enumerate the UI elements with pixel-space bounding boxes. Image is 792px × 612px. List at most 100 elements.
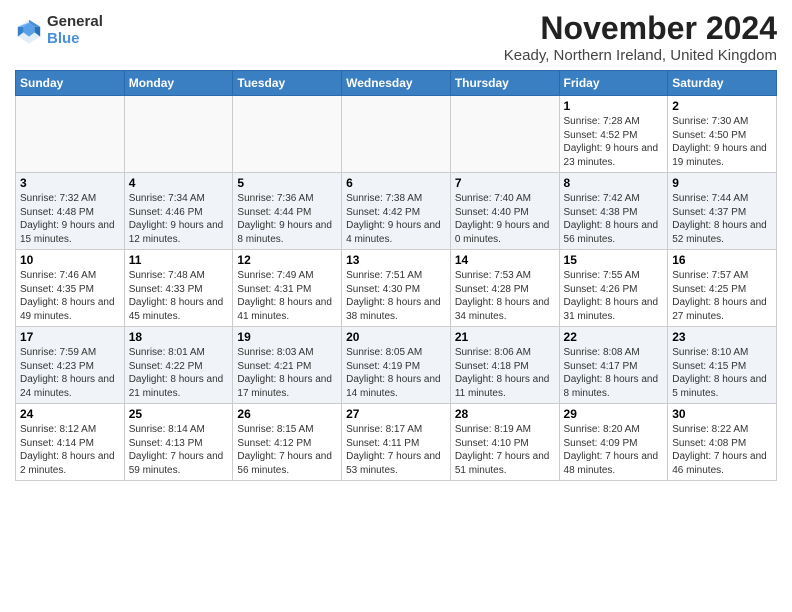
day-number: 22 — [564, 330, 664, 344]
day-info: Sunrise: 7:32 AMSunset: 4:48 PMDaylight:… — [20, 192, 120, 246]
day-number: 9 — [672, 176, 772, 190]
day-info: Sunrise: 8:12 AMSunset: 4:14 PMDaylight:… — [20, 423, 120, 477]
cell-w2-d6: 16 Sunrise: 7:57 AMSunset: 4:25 PMDayligh… — [668, 250, 777, 327]
cell-w3-d0: 17 Sunrise: 7:59 AMSunset: 4:23 PMDayligh… — [16, 327, 125, 404]
day-info: Sunrise: 7:59 AMSunset: 4:23 PMDaylight:… — [20, 346, 120, 400]
day-number: 28 — [455, 407, 555, 421]
cell-w2-d0: 10 Sunrise: 7:46 AMSunset: 4:35 PMDayligh… — [16, 250, 125, 327]
day-info: Sunrise: 7:42 AMSunset: 4:38 PMDaylight:… — [564, 192, 664, 246]
cell-w0-d3 — [342, 96, 451, 173]
cell-w3-d4: 21 Sunrise: 8:06 AMSunset: 4:18 PMDayligh… — [450, 327, 559, 404]
day-number: 18 — [129, 330, 229, 344]
day-info: Sunrise: 8:14 AMSunset: 4:13 PMDaylight:… — [129, 423, 229, 477]
day-info: Sunrise: 8:06 AMSunset: 4:18 PMDaylight:… — [455, 346, 555, 400]
cell-w0-d2 — [233, 96, 342, 173]
cell-w4-d5: 29Sunrise: 8:20 AMSunset: 4:09 PMDayligh… — [559, 404, 668, 481]
logo: General Blue — [15, 14, 103, 47]
day-number: 15 — [564, 253, 664, 267]
week-row-1: 3 Sunrise: 7:32 AMSunset: 4:48 PMDaylight… — [16, 173, 777, 250]
day-info: Sunrise: 7:55 AMSunset: 4:26 PMDaylight:… — [564, 269, 664, 323]
title-block: November 2024 Keady, Northern Ireland, U… — [504, 10, 777, 64]
day-number: 20 — [346, 330, 446, 344]
day-info: Sunrise: 7:34 AMSunset: 4:46 PMDaylight:… — [129, 192, 229, 246]
day-info: Sunrise: 7:44 AMSunset: 4:37 PMDaylight:… — [672, 192, 772, 246]
day-info: Sunrise: 8:20 AMSunset: 4:09 PMDaylight:… — [564, 423, 664, 477]
day-info: Sunrise: 7:36 AMSunset: 4:44 PMDaylight:… — [237, 192, 337, 246]
col-tuesday: Tuesday — [233, 71, 342, 96]
cell-w0-d1 — [124, 96, 233, 173]
cell-w1-d2: 5Sunrise: 7:36 AMSunset: 4:44 PMDaylight… — [233, 173, 342, 250]
day-number: 24 — [20, 407, 120, 421]
day-number: 11 — [129, 253, 229, 267]
page: General Blue November 2024 Keady, Northe… — [0, 0, 792, 612]
subtitle: Keady, Northern Ireland, United Kingdom — [504, 47, 777, 64]
day-number: 4 — [129, 176, 229, 190]
day-info: Sunrise: 7:40 AMSunset: 4:40 PMDaylight:… — [455, 192, 555, 246]
day-info: Sunrise: 8:22 AMSunset: 4:08 PMDaylight:… — [672, 423, 772, 477]
cell-w0-d6: 2 Sunrise: 7:30 AMSunset: 4:50 PMDaylight… — [668, 96, 777, 173]
cell-w4-d2: 26 Sunrise: 8:15 AMSunset: 4:12 PMDayligh… — [233, 404, 342, 481]
week-row-3: 17 Sunrise: 7:59 AMSunset: 4:23 PMDayligh… — [16, 327, 777, 404]
cell-w2-d3: 13Sunrise: 7:51 AMSunset: 4:30 PMDayligh… — [342, 250, 451, 327]
day-info: Sunrise: 8:08 AMSunset: 4:17 PMDaylight:… — [564, 346, 664, 400]
col-monday: Monday — [124, 71, 233, 96]
week-row-0: 1 Sunrise: 7:28 AMSunset: 4:52 PMDaylight… — [16, 96, 777, 173]
week-row-4: 24 Sunrise: 8:12 AMSunset: 4:14 PMDayligh… — [16, 404, 777, 481]
day-info: Sunrise: 8:03 AMSunset: 4:21 PMDaylight:… — [237, 346, 337, 400]
week-row-2: 10 Sunrise: 7:46 AMSunset: 4:35 PMDayligh… — [16, 250, 777, 327]
day-info: Sunrise: 8:15 AMSunset: 4:12 PMDaylight:… — [237, 423, 337, 477]
day-number: 26 — [237, 407, 337, 421]
cell-w1-d3: 6Sunrise: 7:38 AMSunset: 4:42 PMDaylight… — [342, 173, 451, 250]
logo-general-text: General — [47, 14, 103, 31]
logo-icon — [15, 17, 43, 45]
day-info: Sunrise: 7:49 AMSunset: 4:31 PMDaylight:… — [237, 269, 337, 323]
cell-w1-d0: 3 Sunrise: 7:32 AMSunset: 4:48 PMDaylight… — [16, 173, 125, 250]
col-thursday: Thursday — [450, 71, 559, 96]
cell-w4-d1: 25 Sunrise: 8:14 AMSunset: 4:13 PMDayligh… — [124, 404, 233, 481]
cell-w1-d4: 7 Sunrise: 7:40 AMSunset: 4:40 PMDaylight… — [450, 173, 559, 250]
day-number: 27 — [346, 407, 446, 421]
col-sunday: Sunday — [16, 71, 125, 96]
cell-w3-d2: 19Sunrise: 8:03 AMSunset: 4:21 PMDayligh… — [233, 327, 342, 404]
day-number: 13 — [346, 253, 446, 267]
cell-w1-d5: 8 Sunrise: 7:42 AMSunset: 4:38 PMDaylight… — [559, 173, 668, 250]
day-number: 8 — [564, 176, 664, 190]
calendar: Sunday Monday Tuesday Wednesday Thursday… — [15, 70, 777, 481]
header: General Blue November 2024 Keady, Northe… — [15, 10, 777, 64]
day-number: 21 — [455, 330, 555, 344]
cell-w0-d4 — [450, 96, 559, 173]
day-number: 30 — [672, 407, 772, 421]
cell-w0-d5: 1 Sunrise: 7:28 AMSunset: 4:52 PMDaylight… — [559, 96, 668, 173]
day-number: 14 — [455, 253, 555, 267]
day-number: 16 — [672, 253, 772, 267]
day-number: 2 — [672, 99, 772, 113]
cell-w0-d0 — [16, 96, 125, 173]
cell-w4-d3: 27Sunrise: 8:17 AMSunset: 4:11 PMDayligh… — [342, 404, 451, 481]
day-info: Sunrise: 7:48 AMSunset: 4:33 PMDaylight:… — [129, 269, 229, 323]
day-number: 17 — [20, 330, 120, 344]
day-number: 6 — [346, 176, 446, 190]
day-info: Sunrise: 7:30 AMSunset: 4:50 PMDaylight:… — [672, 115, 772, 169]
day-number: 7 — [455, 176, 555, 190]
cell-w1-d1: 4 Sunrise: 7:34 AMSunset: 4:46 PMDaylight… — [124, 173, 233, 250]
day-info: Sunrise: 8:10 AMSunset: 4:15 PMDaylight:… — [672, 346, 772, 400]
day-info: Sunrise: 7:28 AMSunset: 4:52 PMDaylight:… — [564, 115, 664, 169]
day-info: Sunrise: 7:53 AMSunset: 4:28 PMDaylight:… — [455, 269, 555, 323]
day-number: 10 — [20, 253, 120, 267]
cell-w4-d0: 24 Sunrise: 8:12 AMSunset: 4:14 PMDayligh… — [16, 404, 125, 481]
day-info: Sunrise: 7:57 AMSunset: 4:25 PMDaylight:… — [672, 269, 772, 323]
header-row: Sunday Monday Tuesday Wednesday Thursday… — [16, 71, 777, 96]
cell-w2-d2: 12 Sunrise: 7:49 AMSunset: 4:31 PMDayligh… — [233, 250, 342, 327]
col-saturday: Saturday — [668, 71, 777, 96]
main-title: November 2024 — [504, 10, 777, 47]
day-number: 12 — [237, 253, 337, 267]
logo-text: General Blue — [47, 14, 103, 47]
day-number: 25 — [129, 407, 229, 421]
logo-blue-text: Blue — [47, 31, 103, 48]
day-number: 3 — [20, 176, 120, 190]
day-info: Sunrise: 7:46 AMSunset: 4:35 PMDaylight:… — [20, 269, 120, 323]
day-number: 1 — [564, 99, 664, 113]
day-info: Sunrise: 8:01 AMSunset: 4:22 PMDaylight:… — [129, 346, 229, 400]
col-wednesday: Wednesday — [342, 71, 451, 96]
cell-w2-d1: 11 Sunrise: 7:48 AMSunset: 4:33 PMDayligh… — [124, 250, 233, 327]
